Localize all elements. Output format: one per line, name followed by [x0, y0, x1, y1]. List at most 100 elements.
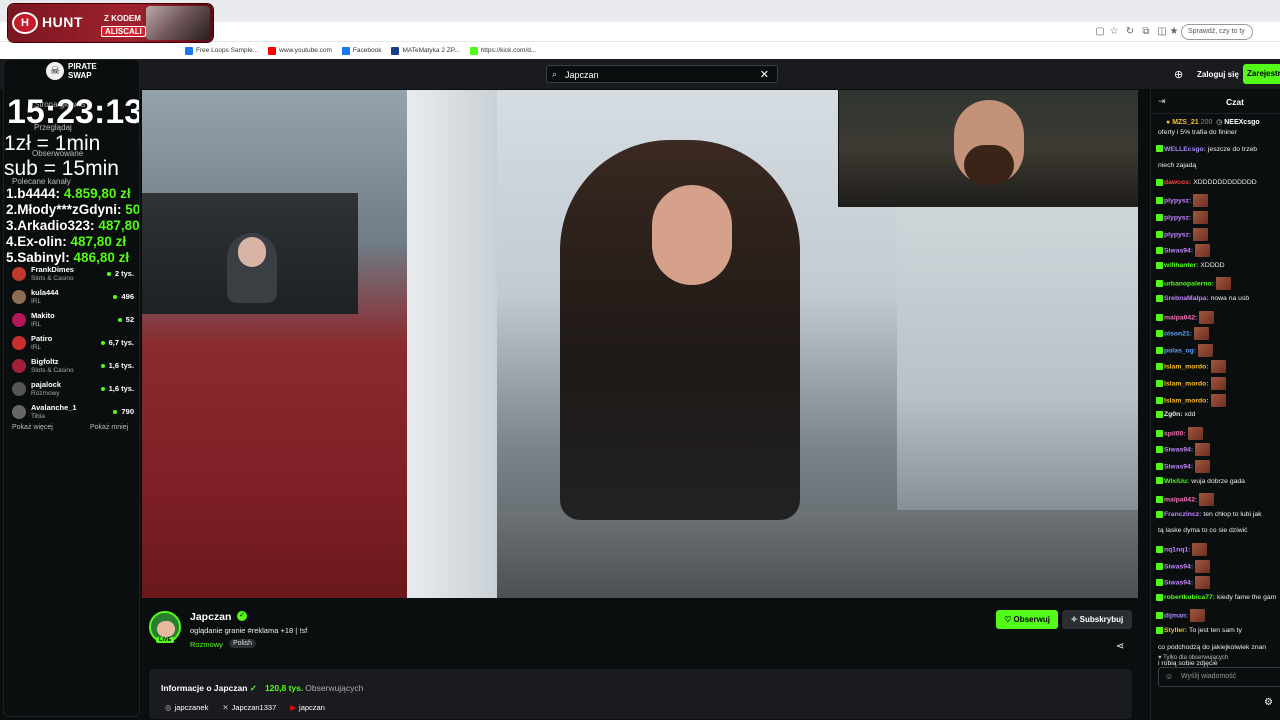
- emoji-icon[interactable]: ☺: [1165, 672, 1173, 681]
- chat-text: To jest ten sam ty: [1189, 627, 1242, 634]
- chat-username[interactable]: Franczincz:: [1164, 511, 1201, 518]
- channel-item[interactable]: kula444 IRL 496: [10, 288, 136, 308]
- language-icon[interactable]: ⊕: [1174, 68, 1183, 81]
- chat-username[interactable]: plypysz:: [1164, 231, 1191, 238]
- bookmark-page-icon[interactable]: ▢: [1094, 26, 1106, 38]
- channel-category: Slots & Casino: [31, 275, 74, 282]
- channel-item[interactable]: Makito IRL 52: [10, 311, 136, 331]
- chat-input[interactable]: ☺ Wyślij wiadomość: [1158, 667, 1280, 687]
- chat-username[interactable]: Siwas94:: [1164, 563, 1193, 570]
- chat-username[interactable]: WlxiUu:: [1164, 478, 1189, 485]
- search-icon: ⌕: [552, 69, 558, 79]
- channel-item[interactable]: pajalock Rozmowy 1,6 tys.: [10, 380, 136, 400]
- login-button[interactable]: Zaloguj się: [1197, 70, 1239, 79]
- rank-row: 4.Ex-olin: 487,80 zł: [6, 234, 139, 250]
- chat-username[interactable]: Siwas94:: [1164, 447, 1193, 454]
- chat-message: SrebnaMalpa: nowa na usb: [1156, 294, 1249, 303]
- chat-username[interactable]: plypysz:: [1164, 198, 1191, 205]
- verified-icon: ✓: [249, 683, 257, 693]
- chat-username[interactable]: Islam_mordo:: [1164, 364, 1209, 371]
- rank-name: 2.Młody***zGdyni:: [6, 202, 122, 217]
- piratswap-logo: ☠ PIRATE SWAP: [46, 62, 126, 82]
- webcam-beard: [964, 145, 1014, 185]
- viewer-count: 790: [113, 407, 134, 416]
- chat-text: tą laske dyma to co sie dziwić: [1158, 527, 1248, 535]
- profile-pill[interactable]: Sprawdź, czy to ty: [1181, 24, 1253, 40]
- guest-face: [238, 237, 266, 267]
- chat-username[interactable]: urbanopalerno:: [1164, 281, 1214, 288]
- split-icon[interactable]: ◫: [1156, 26, 1168, 38]
- followers-only-note: ♥ Tylko dla obserwujących: [1158, 655, 1229, 661]
- chat-username[interactable]: Siwas94:: [1164, 247, 1193, 254]
- search-input[interactable]: ⌕ Japczan ✕: [546, 65, 778, 83]
- chat-text: wuja dobrze gada: [1191, 477, 1245, 485]
- chat-username[interactable]: SrebnaMalpa:: [1164, 295, 1209, 302]
- share-icon[interactable]: ⋖: [1116, 641, 1124, 652]
- chat-badge-icon: [1156, 230, 1163, 238]
- chat-username[interactable]: olson21:: [1164, 330, 1192, 337]
- bookmark-1[interactable]: Free Loops Sample...: [185, 46, 258, 55]
- chat-message: robertkubica77: kiedy fame the gam: [1156, 593, 1276, 602]
- show-more-link[interactable]: Pokaż więcej: [12, 424, 53, 431]
- chat-username[interactable]: Islam_mordo:: [1164, 397, 1209, 404]
- avatar-face: [157, 621, 175, 637]
- viewer-count: 496: [113, 292, 134, 301]
- chat-username[interactable]: dijman:: [1164, 613, 1188, 620]
- chat-username[interactable]: spil00:: [1164, 430, 1186, 437]
- chat-text: XDDDD: [1200, 261, 1225, 269]
- chat-username[interactable]: Siwas94:: [1164, 463, 1193, 470]
- chat-message: tą laske dyma to co sie dziwić: [1156, 526, 1248, 535]
- chat-username[interactable]: dawcos:: [1164, 179, 1191, 186]
- follow-button[interactable]: ♡ Obserwuj: [996, 610, 1058, 629]
- profile-hint: Sprawdź, czy to ty: [1188, 28, 1245, 35]
- chat-username[interactable]: wifihanter:: [1164, 262, 1198, 269]
- show-less-link[interactable]: Pokaż mniej: [90, 424, 128, 431]
- streamer-name[interactable]: Japczan: [190, 611, 231, 623]
- chat-username[interactable]: nq1nq1:: [1164, 546, 1190, 553]
- language-tag[interactable]: Polish: [229, 639, 257, 648]
- collapse-chat-icon[interactable]: ⇥: [1158, 96, 1166, 107]
- subscribe-label: Subskrybuj: [1079, 615, 1124, 624]
- channel-item[interactable]: FrankDimes Slots & Casino 2 tys.: [10, 265, 136, 285]
- subscribe-button[interactable]: ✧ Subskrybuj: [1062, 610, 1132, 629]
- chat-emote: [1195, 559, 1211, 573]
- chat-username[interactable]: malpa042:: [1164, 314, 1197, 321]
- chat-username[interactable]: WELLEcsgo:: [1164, 146, 1206, 153]
- star-icon[interactable]: ☆: [1108, 26, 1120, 38]
- timer-overlay: 15:23:13: [7, 93, 140, 131]
- sidebar: ☠ PIRATE SWAP Strona główna Przeglądaj Ob…: [3, 59, 140, 717]
- favorites-icon[interactable]: ★: [1168, 26, 1180, 38]
- facebook-icon: [185, 46, 193, 55]
- chat-username[interactable]: Islam_mordo:: [1164, 380, 1209, 387]
- channel-item[interactable]: Bigfoltz Slots & Casino 1,6 tys.: [10, 357, 136, 377]
- chat-badge-icon: [1156, 363, 1163, 371]
- stream-category[interactable]: Rozmowy: [190, 640, 223, 649]
- chat-username[interactable]: robertkubica77:: [1164, 594, 1215, 601]
- social-links: ◎ japczanek ✕ Japczan1337 ▶ japczan: [165, 703, 325, 712]
- extensions-icon[interactable]: ⧉: [1140, 26, 1152, 38]
- chat-username[interactable]: polas_og:: [1164, 347, 1196, 354]
- channel-item[interactable]: Patiro IRL 6,7 tys.: [10, 334, 136, 354]
- bookmark-2[interactable]: www.youtube.com: [268, 46, 332, 55]
- bookmark-4[interactable]: MATeMatyka 2 ZP...: [391, 46, 460, 55]
- chat-message: Siwas94:: [1156, 443, 1211, 457]
- chat-settings-icon[interactable]: ⚙: [1264, 697, 1273, 708]
- refresh-icon[interactable]: ↻: [1124, 26, 1136, 38]
- live-badge: LIVE: [156, 637, 175, 643]
- chat-username[interactable]: plypysz:: [1164, 214, 1191, 221]
- instagram-link[interactable]: ◎ japczanek: [165, 703, 208, 712]
- bookmark-5[interactable]: https://kick.com/d...: [469, 46, 536, 55]
- chat-username[interactable]: Zg0n:: [1164, 411, 1183, 418]
- chat-username[interactable]: Siwas94:: [1164, 579, 1193, 586]
- chat-username[interactable]: Styller:: [1164, 627, 1187, 634]
- channel-item[interactable]: Avalanche_1 Tibia 790: [10, 403, 136, 423]
- chat-badge-icon: [1156, 330, 1163, 338]
- youtube-link[interactable]: ▶ japczan: [290, 703, 325, 712]
- x-link[interactable]: ✕ Japczan1337: [222, 703, 276, 712]
- chat-text: jeszcze do trzeb: [1207, 145, 1258, 153]
- clear-search-icon[interactable]: ✕: [760, 68, 769, 81]
- about-panel: Informacje o Japczan ✓ 120,8 tys. Obserwuj…: [149, 669, 1132, 719]
- bookmark-3[interactable]: Facebook: [341, 46, 381, 55]
- chat-username[interactable]: malpa042:: [1164, 496, 1197, 503]
- register-button[interactable]: Zarejestruj się: [1243, 64, 1280, 84]
